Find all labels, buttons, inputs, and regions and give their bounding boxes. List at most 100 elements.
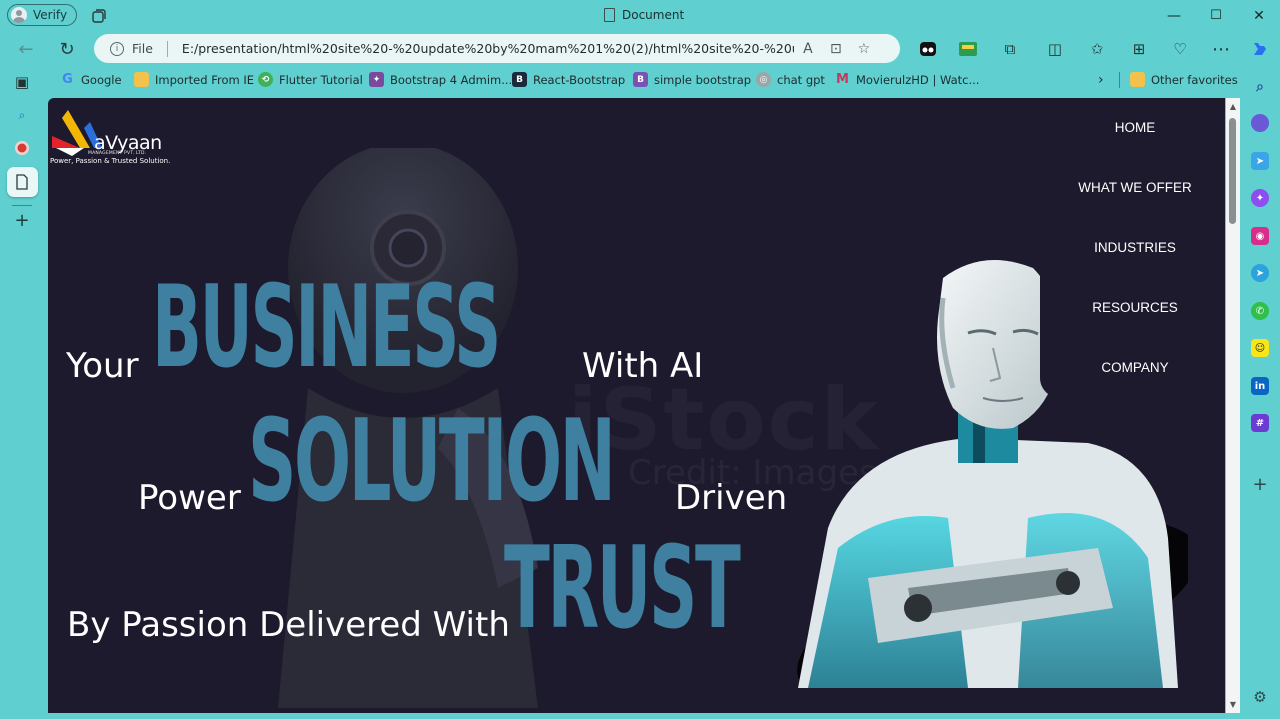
google-icon: G: [62, 72, 73, 87]
back-arrow-icon[interactable]: ←: [14, 37, 38, 61]
nav-resources[interactable]: RESOURCES: [1040, 300, 1225, 315]
bookmark-google[interactable]: G Google: [60, 72, 122, 87]
bookmarks-overflow-chevron-icon[interactable]: ›: [1098, 72, 1104, 88]
workspaces-icon[interactable]: [90, 7, 108, 25]
bookmark-label: chat gpt: [777, 72, 825, 87]
bookmark-label: MovierulzHD | Watc...: [856, 72, 980, 87]
bootstrap-icon: B: [633, 72, 648, 87]
new-tab-plus-icon[interactable]: +: [12, 210, 32, 231]
settings-gear-icon[interactable]: ⚙: [1251, 688, 1269, 706]
search-icon[interactable]: ⌕: [1251, 78, 1269, 96]
maximize-button[interactable]: ☐: [1194, 0, 1238, 31]
avatar-icon: [11, 7, 27, 23]
bookmark-simple-bootstrap[interactable]: B simple bootstrap: [633, 72, 751, 87]
collections-icon[interactable]: ⊞: [1129, 39, 1149, 59]
bookmark-imported-from-ie[interactable]: Imported From IE: [134, 72, 254, 87]
page-viewport: iStock Credit: Images aVyaan MANAGEMENT …: [48, 98, 1225, 713]
nav-company[interactable]: COMPANY: [1040, 360, 1225, 375]
divider: [166, 40, 168, 57]
hero-power: Power: [138, 478, 241, 518]
app-available-icon[interactable]: ⊡: [822, 41, 850, 57]
refresh-icon[interactable]: ↻: [55, 37, 79, 61]
send-icon[interactable]: ➤: [1251, 152, 1269, 170]
bookmark-label: Flutter Tutorial: [279, 72, 363, 87]
hero-solution: SOLUTION: [248, 394, 616, 527]
document-tab-icon[interactable]: [12, 172, 32, 192]
favorites-icon[interactable]: ✩: [1087, 39, 1107, 59]
logo-subtitle: MANAGEMENT PVT. LTD.: [88, 151, 147, 156]
bookmark-flutter-tutorial[interactable]: ⟲ Flutter Tutorial: [258, 72, 363, 87]
bookmark-label: simple bootstrap: [654, 72, 752, 87]
scroll-up-icon[interactable]: ▲: [1228, 102, 1238, 111]
instagram-icon[interactable]: ◉: [1251, 227, 1269, 245]
url-text[interactable]: E:/presentation/html%20site%20-%20update…: [182, 41, 794, 56]
hash-app-icon[interactable]: #: [1251, 414, 1269, 432]
right-sidebar: ⌕ ➤ ✦ ◉ ➤ ✆ ☺ in # + ⚙: [1240, 66, 1280, 719]
tab-title[interactable]: Document: [604, 8, 684, 22]
bootstrap-admin-icon: ✦: [369, 72, 384, 87]
close-button[interactable]: ✕: [1237, 0, 1280, 31]
hero-with-ai: With AI: [582, 346, 704, 386]
profile-label: Verify: [33, 8, 68, 22]
nav-home[interactable]: HOME: [1040, 120, 1225, 135]
chatgpt-icon: ◎: [756, 72, 771, 87]
other-favorites-label: Other favorites: [1151, 72, 1238, 87]
folder-icon: [1130, 72, 1145, 87]
linkedin-icon[interactable]: in: [1251, 377, 1269, 395]
page-scrollbar[interactable]: ▲ ▼: [1226, 98, 1240, 713]
read-aloud-icon[interactable]: A: [794, 41, 822, 57]
bookmark-label: Google: [81, 72, 122, 87]
bookmark-label: React-Bootstrap: [533, 72, 626, 87]
messenger-icon[interactable]: ✦: [1251, 189, 1269, 207]
profile-button[interactable]: Verify: [7, 4, 78, 26]
flutter-tutorial-icon: ⟲: [258, 72, 273, 87]
bookmarks-bar: ▣ G Google Imported From IE ⟲ Flutter Tu…: [0, 66, 1280, 94]
address-bar[interactable]: i File E:/presentation/html%20site%20-%2…: [94, 34, 900, 63]
copilot-shape-icon[interactable]: [1251, 114, 1269, 132]
extension-mask-icon[interactable]: [918, 39, 938, 59]
main-nav: HOME WHAT WE OFFER INDUSTRIES RESOURCES …: [1040, 98, 1225, 398]
whatsapp-icon[interactable]: ✆: [1251, 302, 1269, 320]
movierulz-icon: M: [836, 72, 849, 87]
scheme-label: File: [132, 41, 153, 56]
hero-your: Your: [66, 346, 139, 386]
extensions-puzzle-icon[interactable]: ⧉: [1000, 39, 1020, 59]
hero-trust: TRUST: [504, 521, 741, 654]
bookmark-react-bootstrap[interactable]: B React-Bootstrap: [512, 72, 625, 87]
split-screen-icon[interactable]: ◫: [1045, 39, 1065, 59]
divider: [1119, 72, 1120, 88]
scrollbar-thumb[interactable]: [1229, 118, 1236, 224]
hero-business: BUSINESS: [152, 260, 501, 393]
scroll-down-icon[interactable]: ▼: [1228, 700, 1238, 709]
other-favorites[interactable]: Other favorites: [1130, 72, 1238, 87]
navigation-bar: ← ↻ i File E:/presentation/html%20site%2…: [0, 31, 1280, 66]
nav-what-we-offer[interactable]: WHAT WE OFFER: [1040, 180, 1225, 195]
more-menu-icon[interactable]: ⋯: [1211, 39, 1231, 60]
bookmark-bootstrap-admin[interactable]: ✦ Bootstrap 4 Admim...: [369, 72, 512, 87]
snapchat-icon[interactable]: ☺: [1251, 339, 1269, 357]
tab-actions-icon[interactable]: ▣: [12, 72, 32, 92]
telegram-icon[interactable]: ➤: [1251, 264, 1269, 282]
nav-industries[interactable]: INDUSTRIES: [1040, 240, 1225, 255]
info-icon[interactable]: i: [110, 41, 124, 56]
divider: [12, 205, 32, 206]
document-icon: [604, 8, 615, 22]
performance-heart-icon[interactable]: ♡: [1170, 39, 1190, 59]
extension-card-icon[interactable]: [958, 39, 978, 59]
minimize-button[interactable]: —: [1152, 0, 1196, 31]
logo-tagline: Power, Passion & Trusted Solution.: [50, 157, 171, 165]
recording-tab-icon[interactable]: [12, 138, 32, 158]
company-logo[interactable]: aVyaan MANAGEMENT PVT. LTD. Power, Passi…: [50, 108, 190, 170]
bookmark-chat-gpt[interactable]: ◎ chat gpt: [756, 72, 825, 87]
bookmark-label: Bootstrap 4 Admim...: [390, 72, 513, 87]
bookmark-movierulzhd[interactable]: M MovierulzHD | Watc...: [835, 72, 979, 87]
favorite-star-icon[interactable]: ☆: [850, 41, 878, 57]
title-bar: Verify Document — ☐ ✕: [0, 0, 1280, 31]
add-plus-icon[interactable]: +: [1251, 474, 1269, 495]
search-icon[interactable]: ⌕: [12, 105, 32, 125]
tab-title-text: Document: [622, 8, 685, 22]
bookmark-label: Imported From IE: [155, 72, 255, 87]
hero-by-passion: By Passion Delivered With: [67, 605, 510, 645]
react-bootstrap-icon: B: [512, 72, 527, 87]
copilot-icon[interactable]: [1250, 39, 1270, 59]
